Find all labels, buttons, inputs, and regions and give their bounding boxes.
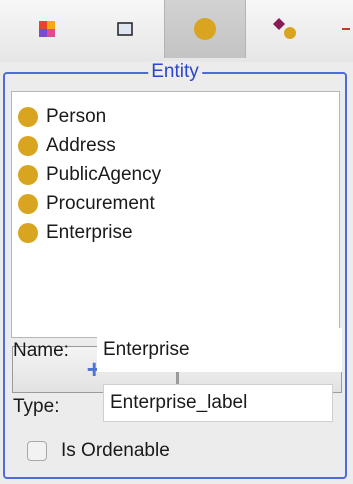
entity-dot-icon	[18, 194, 38, 214]
ordenable-row: Is Ordenable	[27, 440, 170, 462]
entity-dot-icon	[18, 165, 38, 185]
list-item[interactable]: Address	[18, 132, 116, 160]
overflow-icon	[342, 28, 350, 30]
toolbar	[0, 0, 353, 62]
name-field[interactable]: Enterprise	[97, 328, 342, 372]
list-item[interactable]: Enterprise	[18, 219, 133, 247]
entity-dot-icon	[18, 107, 38, 127]
entity-dot-icon	[18, 136, 38, 156]
list-item-label: Procurement	[46, 193, 155, 214]
list-item[interactable]: PublicAgency	[18, 161, 161, 189]
entity-list[interactable]: Person Address PublicAgency Procurement …	[11, 91, 340, 338]
type-label: Type:	[13, 396, 60, 417]
list-item-label: PublicAgency	[46, 164, 162, 185]
name-label: Name:	[13, 340, 69, 361]
tool-palette[interactable]	[8, 0, 86, 58]
type-field[interactable]: Enterprise_label	[103, 384, 333, 422]
square-icon	[117, 22, 133, 36]
ordenable-checkbox[interactable]	[27, 441, 47, 461]
list-item-label: Person	[46, 106, 107, 127]
list-item-label: Address	[46, 135, 116, 156]
tool-square[interactable]	[86, 0, 164, 58]
list-item[interactable]: Person	[18, 103, 106, 131]
tool-relationship[interactable]	[246, 0, 324, 58]
palette-icon	[39, 21, 55, 37]
list-item-label: Enterprise	[46, 222, 133, 243]
relationship-icon	[273, 18, 296, 39]
entity-circle-icon	[194, 18, 216, 40]
list-item[interactable]: Procurement	[18, 190, 155, 218]
entity-group-title: Entity	[148, 61, 202, 83]
tool-entity[interactable]	[164, 0, 246, 58]
entity-dot-icon	[18, 223, 38, 243]
entity-group: Entity Person Address PublicAgency Procu…	[3, 61, 347, 479]
tool-overflow[interactable]	[326, 0, 353, 58]
ordenable-label: Is Ordenable	[61, 440, 170, 461]
